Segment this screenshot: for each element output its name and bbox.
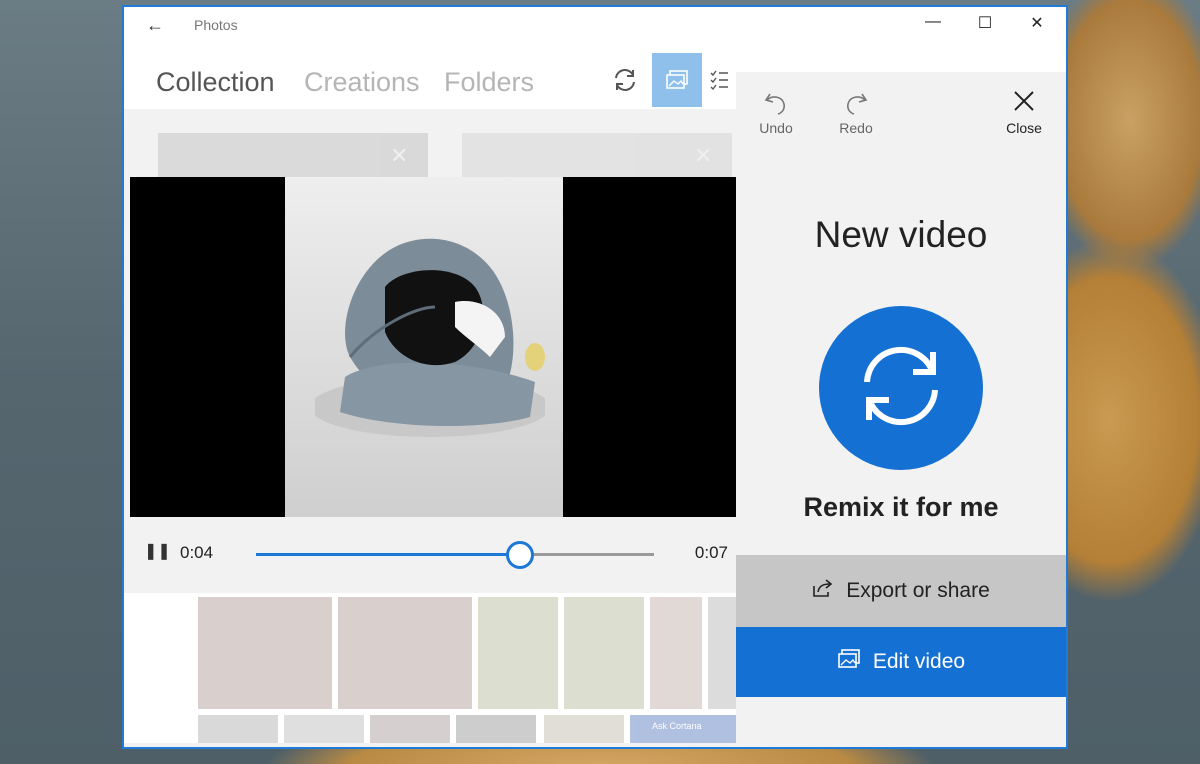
background-thumbnail: ✕ [462,133,732,181]
close-window-icon[interactable]: ✕ [1022,13,1052,35]
tab-folders[interactable]: Folders [444,67,534,98]
seek-handle[interactable] [505,541,534,569]
cortana-thumbnail[interactable]: Ask Cortana [630,715,736,743]
thumbnail[interactable] [708,597,736,709]
seek-slider[interactable] [256,541,654,569]
edit-video-icon [837,648,861,676]
current-time: 0:04 [180,543,214,562]
cortana-label: Ask Cortana [652,721,702,731]
thumbnail[interactable] [338,597,472,709]
remix-icon [853,338,949,439]
thumbnail[interactable] [456,715,536,743]
sync-icon[interactable] [600,53,650,107]
background-thumbnail: ✕ [158,133,428,181]
maximize-icon[interactable]: ☐ [970,13,1000,35]
export-label: Export or share [846,579,990,602]
back-arrow-icon[interactable]: ← [146,15,164,36]
close-icon: ✕ [694,143,713,168]
thumbnail[interactable] [478,597,558,709]
close-icon [994,90,1054,120]
thumbnail[interactable] [284,715,364,743]
close-icon: ✕ [390,143,409,168]
redo-button[interactable]: Redo [826,90,886,138]
undo-icon [746,90,806,120]
thumbnail[interactable] [198,715,278,743]
tab-collection[interactable]: Collection [156,67,275,98]
pause-icon[interactable]: ❚❚ [144,541,171,561]
seek-progress [256,553,519,556]
redo-icon [826,90,886,120]
title-bar: ← Photos — ☐ ✕ [124,7,1066,43]
app-title: Photos [194,17,238,33]
minimize-icon[interactable]: — [918,13,948,35]
redo-label: Redo [839,120,873,136]
thumbnail[interactable] [564,597,644,709]
cat-in-bag-image [315,238,545,437]
undo-button[interactable]: Undo [746,90,806,138]
thumbnail[interactable] [650,597,702,709]
tab-creations[interactable]: Creations [304,67,420,98]
panel-title: New video [814,214,988,255]
select-icon[interactable] [706,53,732,107]
end-time: 0:07 [694,543,728,562]
video-frame [285,177,563,517]
close-button[interactable]: Close [994,90,1054,138]
export-or-share-button[interactable]: Export or share [736,555,1066,627]
edit-video-button[interactable]: Edit video [736,627,1066,697]
thumbnail[interactable] [198,597,332,709]
edit-label: Edit video [872,650,966,673]
thumbnail[interactable] [544,715,624,743]
thumbnail[interactable] [370,715,450,743]
slideshow-icon[interactable] [652,53,702,107]
undo-label: Undo [759,120,793,136]
new-video-panel: Undo Redo Close New video Remix it for m… [736,72,1066,697]
close-label: Close [1006,120,1042,136]
remix-button[interactable] [819,306,983,470]
share-icon [812,578,834,604]
photos-window: ← Photos — ☐ ✕ Collection Creations Fold… [122,5,1068,749]
video-preview[interactable] [130,177,736,517]
playback-controls: ❚❚ 0:04 0:07 [130,517,736,587]
thumbnail-strip: Ask Cortana [124,593,736,743]
search-box[interactable] [774,59,1004,73]
remix-label: Remix it for me [803,492,999,522]
